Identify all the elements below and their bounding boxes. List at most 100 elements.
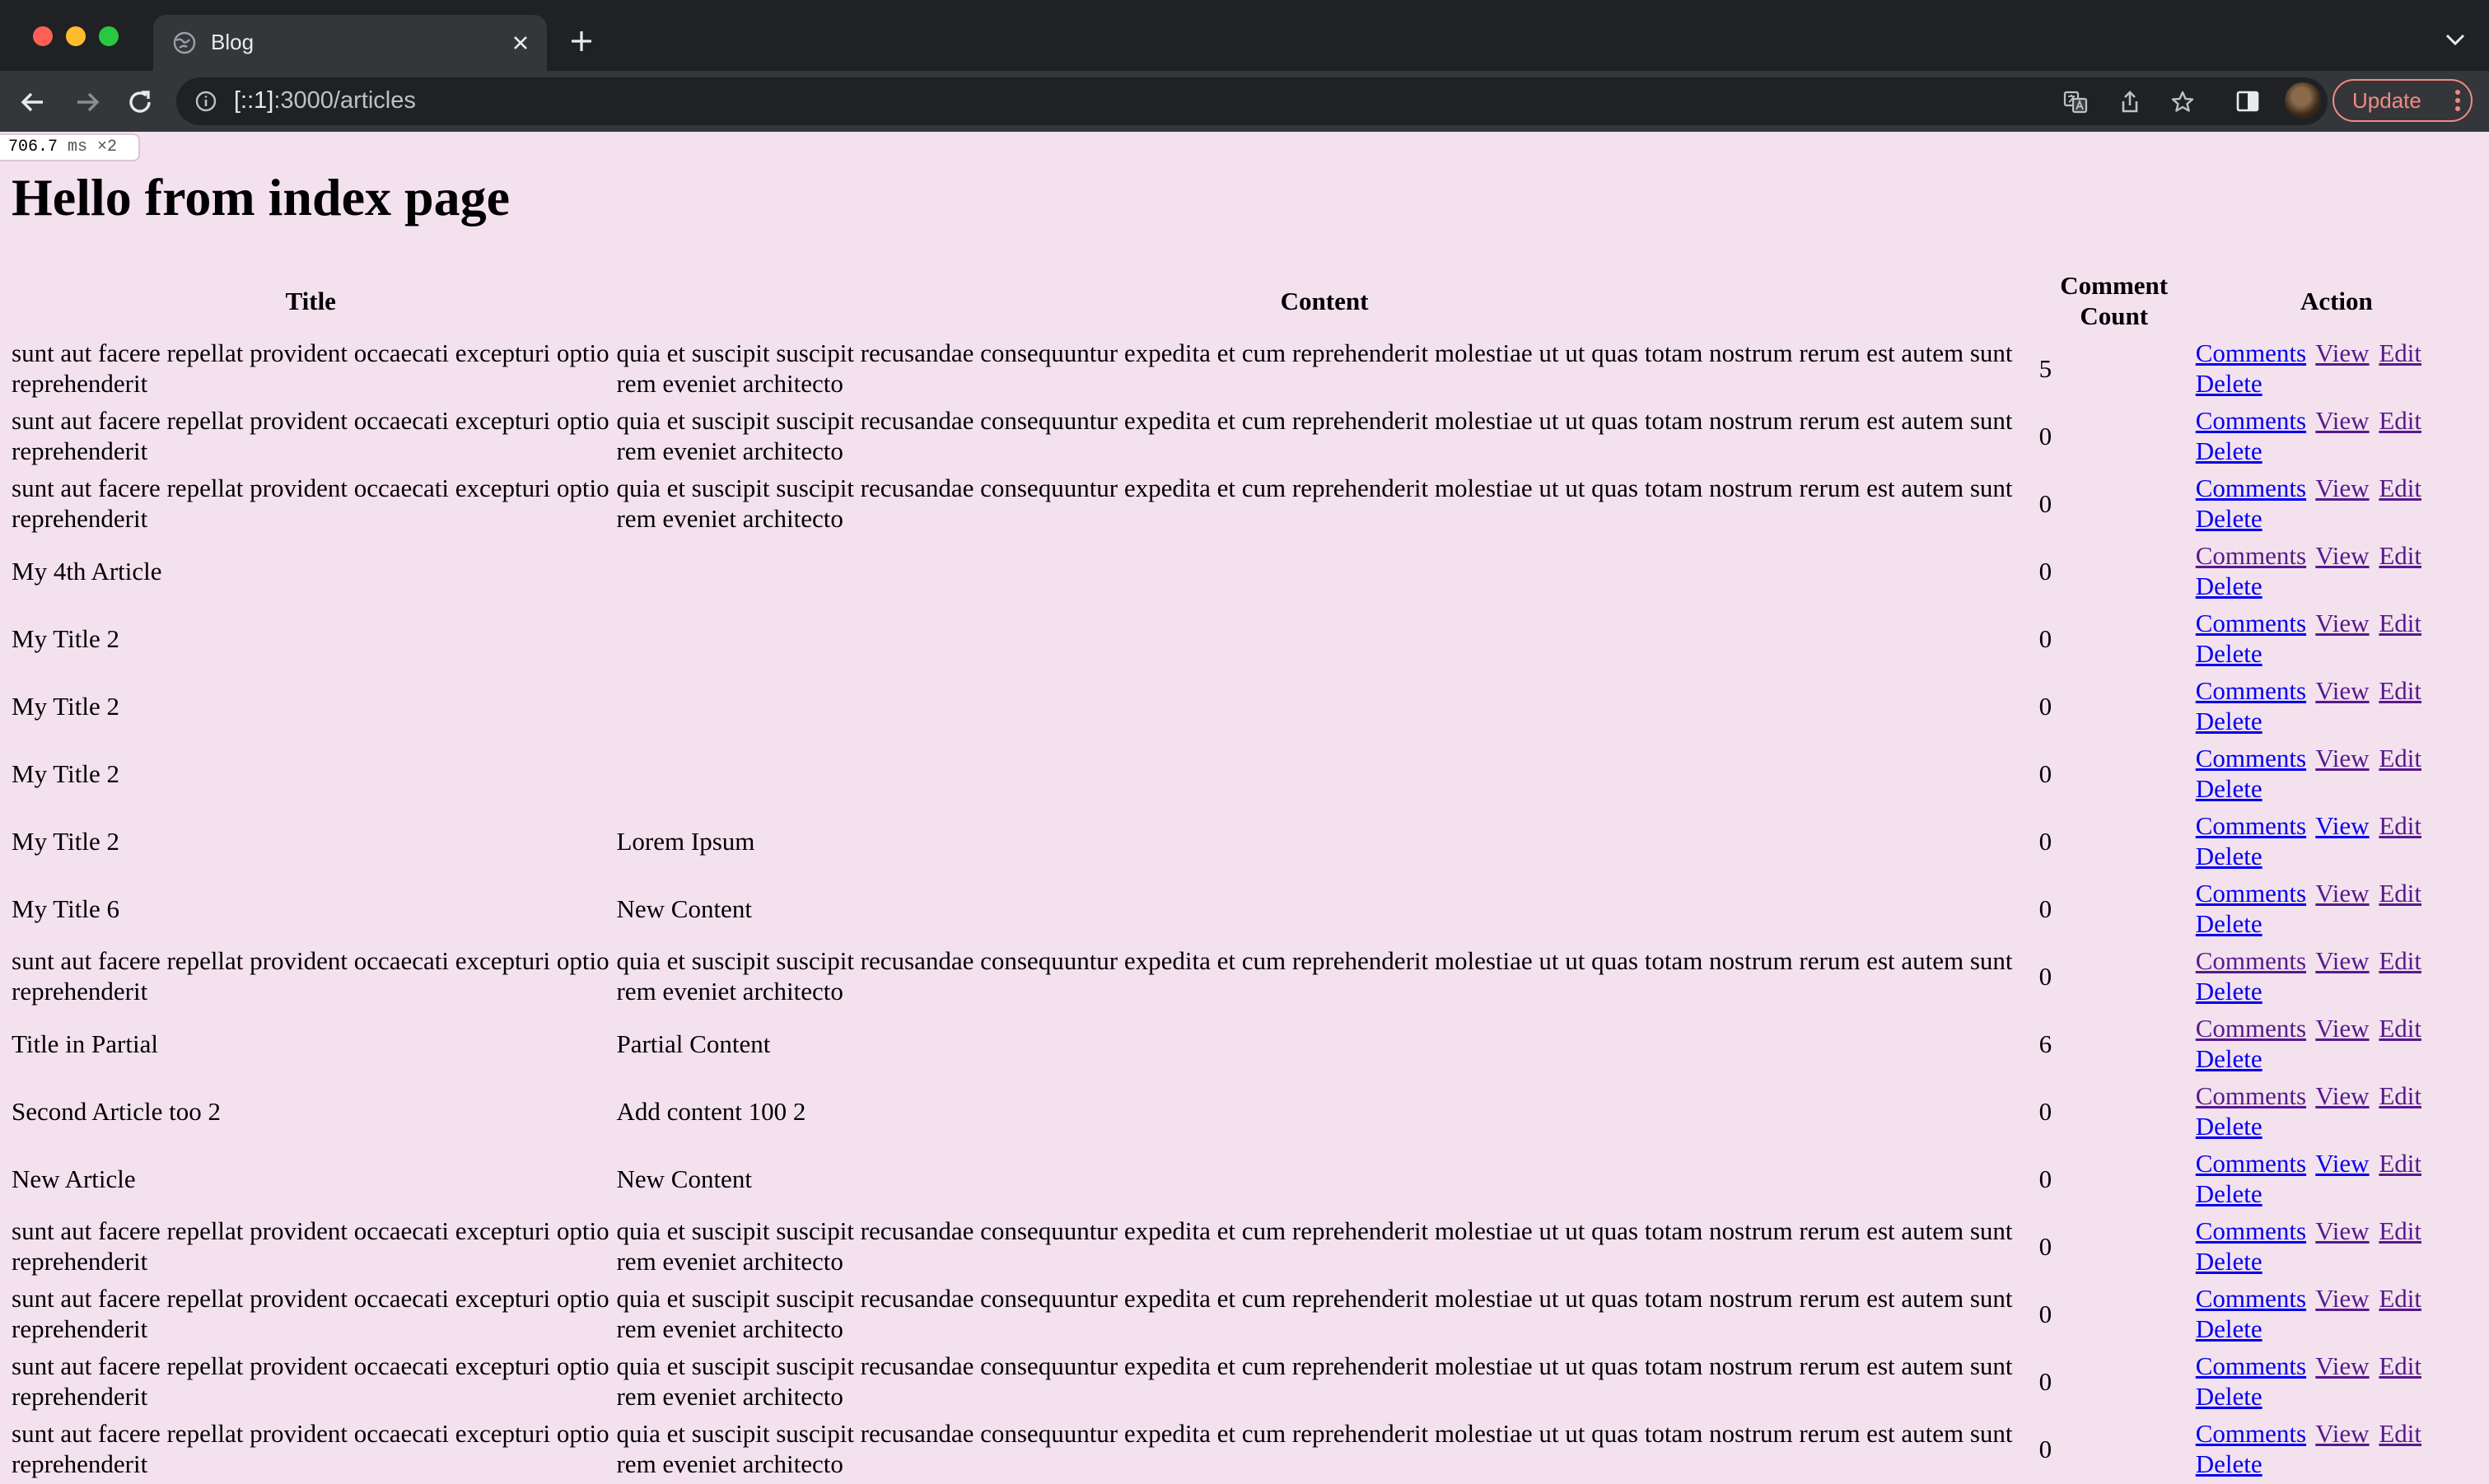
comments-link[interactable]: Comments <box>2196 1284 2306 1313</box>
article-title: sunt aut facere repellat provident occae… <box>12 1284 609 1343</box>
view-link[interactable]: View <box>2315 1014 2369 1043</box>
delete-link[interactable]: Delete <box>2196 977 2263 1006</box>
edit-link[interactable]: Edit <box>2379 676 2421 705</box>
profile-avatar[interactable] <box>2285 82 2321 119</box>
comments-link[interactable]: Comments <box>2196 1014 2306 1043</box>
forward-arrow-icon[interactable] <box>71 86 104 119</box>
edit-link[interactable]: Edit <box>2379 1081 2421 1110</box>
view-link[interactable]: View <box>2315 541 2369 570</box>
edit-link[interactable]: Edit <box>2379 811 2421 840</box>
address-bar[interactable]: [::1]:3000/articles <box>176 77 2328 125</box>
delete-link[interactable]: Delete <box>2196 1044 2263 1073</box>
edit-link[interactable]: Edit <box>2379 946 2421 975</box>
view-link[interactable]: View <box>2315 946 2369 975</box>
delete-link[interactable]: Delete <box>2196 1382 2263 1411</box>
comments-link[interactable]: Comments <box>2196 541 2306 570</box>
comment-count: 6 <box>2038 1029 2052 1058</box>
article-title: Second Article too 2 <box>12 1096 221 1126</box>
more-vertical-icon[interactable] <box>2454 89 2461 112</box>
article-title: My Title 6 <box>12 894 119 923</box>
comments-link[interactable]: Comments <box>2196 811 2306 840</box>
browser-toolbar: [::1]:3000/articles Update <box>0 71 2489 132</box>
delete-link[interactable]: Delete <box>2196 1314 2263 1343</box>
delete-link[interactable]: Delete <box>2196 369 2263 398</box>
edit-link[interactable]: Edit <box>2379 879 2421 908</box>
article-actions: Comments View Edit Delete <box>2194 404 2479 468</box>
comment-count: 0 <box>2038 961 2052 991</box>
comment-count: 0 <box>2038 1164 2052 1193</box>
comments-link[interactable]: Comments <box>2196 676 2306 705</box>
view-link[interactable]: View <box>2315 1216 2369 1245</box>
info-icon[interactable] <box>194 90 217 113</box>
translate-icon[interactable] <box>2062 89 2089 115</box>
view-link[interactable]: View <box>2315 676 2369 705</box>
delete-link[interactable]: Delete <box>2196 1449 2263 1478</box>
edit-link[interactable]: Edit <box>2379 1351 2421 1380</box>
delete-link[interactable]: Delete <box>2196 707 2263 735</box>
delete-link[interactable]: Delete <box>2196 639 2263 668</box>
delete-link[interactable]: Delete <box>2196 1112 2263 1141</box>
edit-link[interactable]: Edit <box>2379 1149 2421 1178</box>
view-link[interactable]: View <box>2315 1419 2369 1448</box>
new-tab-plus-icon[interactable] <box>568 28 595 54</box>
delete-link[interactable]: Delete <box>2196 842 2263 870</box>
comments-link[interactable]: Comments <box>2196 1081 2306 1110</box>
view-link[interactable]: View <box>2315 1081 2369 1110</box>
update-button[interactable]: Update <box>2333 79 2473 122</box>
delete-link[interactable]: Delete <box>2196 572 2263 600</box>
edit-link[interactable]: Edit <box>2379 474 2421 502</box>
view-link[interactable]: View <box>2315 1149 2369 1178</box>
maximize-window-button[interactable] <box>99 26 119 46</box>
view-link[interactable]: View <box>2315 609 2369 637</box>
edit-link[interactable]: Edit <box>2379 541 2421 570</box>
comments-link[interactable]: Comments <box>2196 1149 2306 1178</box>
delete-link[interactable]: Delete <box>2196 1247 2263 1276</box>
delete-link[interactable]: Delete <box>2196 504 2263 533</box>
edit-link[interactable]: Edit <box>2379 406 2421 435</box>
bookmark-star-icon[interactable] <box>2169 89 2196 115</box>
edit-link[interactable]: Edit <box>2379 338 2421 367</box>
view-link[interactable]: View <box>2315 811 2369 840</box>
comments-link[interactable]: Comments <box>2196 1216 2306 1245</box>
view-link[interactable]: View <box>2315 474 2369 502</box>
comments-link[interactable]: Comments <box>2196 744 2306 772</box>
comments-link[interactable]: Comments <box>2196 1351 2306 1380</box>
comments-link[interactable]: Comments <box>2196 946 2306 975</box>
view-link[interactable]: View <box>2315 1284 2369 1313</box>
side-panel-icon[interactable] <box>2234 87 2262 115</box>
comments-link[interactable]: Comments <box>2196 1419 2306 1448</box>
edit-link[interactable]: Edit <box>2379 1419 2421 1448</box>
edit-link[interactable]: Edit <box>2379 744 2421 772</box>
chevron-down-icon[interactable] <box>2445 31 2466 48</box>
edit-link[interactable]: Edit <box>2379 1014 2421 1043</box>
view-link[interactable]: View <box>2315 1351 2369 1380</box>
view-link[interactable]: View <box>2315 406 2369 435</box>
comments-link[interactable]: Comments <box>2196 609 2306 637</box>
edit-link[interactable]: Edit <box>2379 609 2421 637</box>
table-row: sunt aut facere repellat provident occae… <box>10 336 2479 400</box>
close-window-button[interactable] <box>33 26 53 46</box>
delete-link[interactable]: Delete <box>2196 774 2263 803</box>
delete-link[interactable]: Delete <box>2196 436 2263 465</box>
comment-count: 0 <box>2038 1366 2052 1396</box>
back-arrow-icon[interactable] <box>16 86 49 119</box>
comments-link[interactable]: Comments <box>2196 474 2306 502</box>
comments-link[interactable]: Comments <box>2196 406 2306 435</box>
view-link[interactable]: View <box>2315 338 2369 367</box>
table-row: sunt aut facere repellat provident occae… <box>10 1349 2479 1413</box>
article-content: quia et suscipit suscipit recusandae con… <box>616 1284 2013 1343</box>
minimize-window-button[interactable] <box>66 26 86 46</box>
view-link[interactable]: View <box>2315 879 2369 908</box>
page-title: Hello from index page <box>12 168 510 226</box>
share-icon[interactable] <box>2117 89 2143 115</box>
close-icon[interactable] <box>507 30 534 56</box>
delete-link[interactable]: Delete <box>2196 1179 2263 1208</box>
comments-link[interactable]: Comments <box>2196 879 2306 908</box>
reload-icon[interactable] <box>124 86 156 119</box>
view-link[interactable]: View <box>2315 744 2369 772</box>
delete-link[interactable]: Delete <box>2196 909 2263 938</box>
tab-blog[interactable]: Blog <box>153 15 547 71</box>
edit-link[interactable]: Edit <box>2379 1216 2421 1245</box>
comments-link[interactable]: Comments <box>2196 338 2306 367</box>
edit-link[interactable]: Edit <box>2379 1284 2421 1313</box>
